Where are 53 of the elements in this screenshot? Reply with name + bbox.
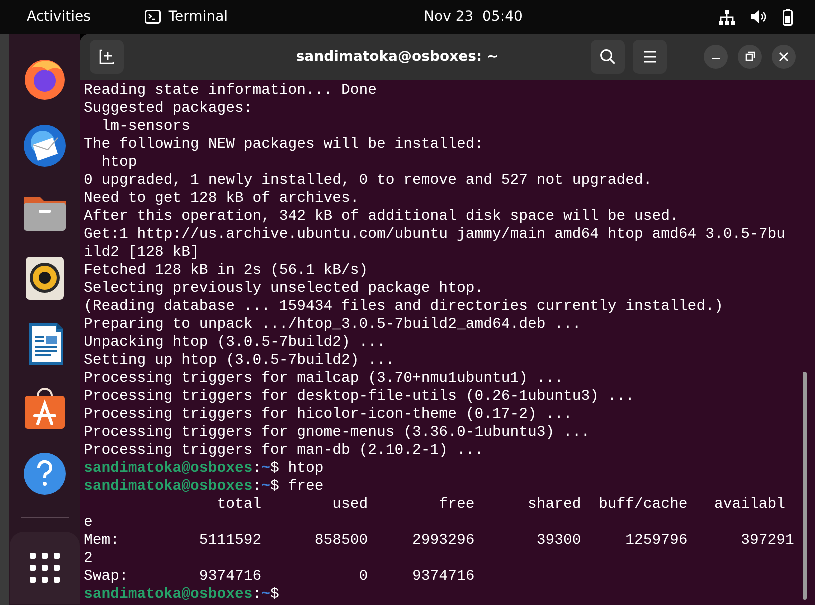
terminal-line: Processing triggers for mailcap (3.70+nmu1ubuntu1) ... [84,370,564,388]
terminal-line: ild2 [128 kB] [84,244,200,262]
terminal-line: Setting up htop (3.0.5-7build2) ... [84,352,395,370]
terminal-line: Selecting previously unselected package htop. [84,280,484,298]
maximize-button[interactable] [738,45,762,69]
network-icon[interactable] [719,10,735,24]
terminal-line: Reading state information... Done [84,82,378,100]
terminal-line: Get:1 http://us.archive.ubuntu.com/ubuntu jammy/main amd64 htop amd64 3.0.5-7bu [84,226,786,244]
activities-button[interactable]: Activities [27,6,91,28]
terminal-line: (Reading database ... 159434 files and directories currently installed.) [84,298,724,316]
mail-icon[interactable] [22,123,68,169]
terminal-line: Fetched 128 kB in 2s (56.1 kB/s) [84,262,368,280]
scrollbar[interactable] [803,372,807,600]
search-icon [600,49,616,65]
new-tab-icon [99,49,115,65]
minimize-button[interactable] [704,45,728,69]
menu-icon [642,51,657,63]
terminal-line: Processing triggers for man-db (2.10.2-1) ... [84,442,484,460]
terminal-line: The following NEW packages will be installed: [84,136,484,154]
close-icon [776,50,791,64]
app-grid-icon[interactable] [30,553,60,583]
terminal-line: Processing triggers for desktop-file-utils (0.26-1ubuntu3) ... [84,388,635,406]
window-title: sandimatoka@osboxes: ~ [295,48,499,66]
terminal-line: 0 upgraded, 1 newly installed, 0 to remove and 527 not upgraded. [84,172,652,190]
terminal-line: Swap: 9374716 0 9374716 [84,568,475,586]
terminal-line: Need to get 128 kB of archives. [84,190,360,208]
prompt-line: sandimatoka@osboxes:~$ htop [84,460,324,478]
terminal-line: lm-sensors [100,118,191,136]
terminal-line: e [84,514,93,532]
minimize-icon [712,58,720,60]
app-name: Terminal [168,8,228,26]
prompt-line: sandimatoka@osboxes:~$ [84,586,280,604]
terminal-icon [144,10,161,24]
menu-button[interactable] [632,40,667,74]
terminal-line: 2 [84,550,93,568]
prompt-line: sandimatoka@osboxes:~$ free [84,478,324,496]
terminal-line: After this operation, 342 kB of additional disk space will be used. [84,208,679,226]
terminal-line: Mem: 5111592 858500 2993296 39300 1259796 397291 [84,532,794,550]
terminal-line: total used free shared buff/cache availabl [216,496,786,514]
terminal-line: Unpacking htop (3.0.5-7build2) ... [84,334,386,352]
new-tab-button[interactable] [90,40,124,74]
volume-icon[interactable] [751,10,767,24]
terminal-line: Processing triggers for gnome-menus (3.36.0-1ubuntu3) ... [84,424,590,442]
terminal-line: Suggested packages: [84,100,253,118]
help-icon[interactable] [22,451,68,497]
terminal-line: htop [100,154,138,172]
terminal-line: Processing triggers for hicolor-icon-theme (0.17-2) ... [84,406,572,424]
battery-icon[interactable] [783,8,793,26]
close-button[interactable] [772,45,796,69]
terminal-line: Preparing to unpack .../htop_3.0.5-7build2_amd64.deb ... [84,316,582,334]
app-menu[interactable]: Terminal [144,6,228,28]
search-button[interactable] [590,40,625,74]
clock[interactable]: Nov 23 05:40 [424,6,523,28]
